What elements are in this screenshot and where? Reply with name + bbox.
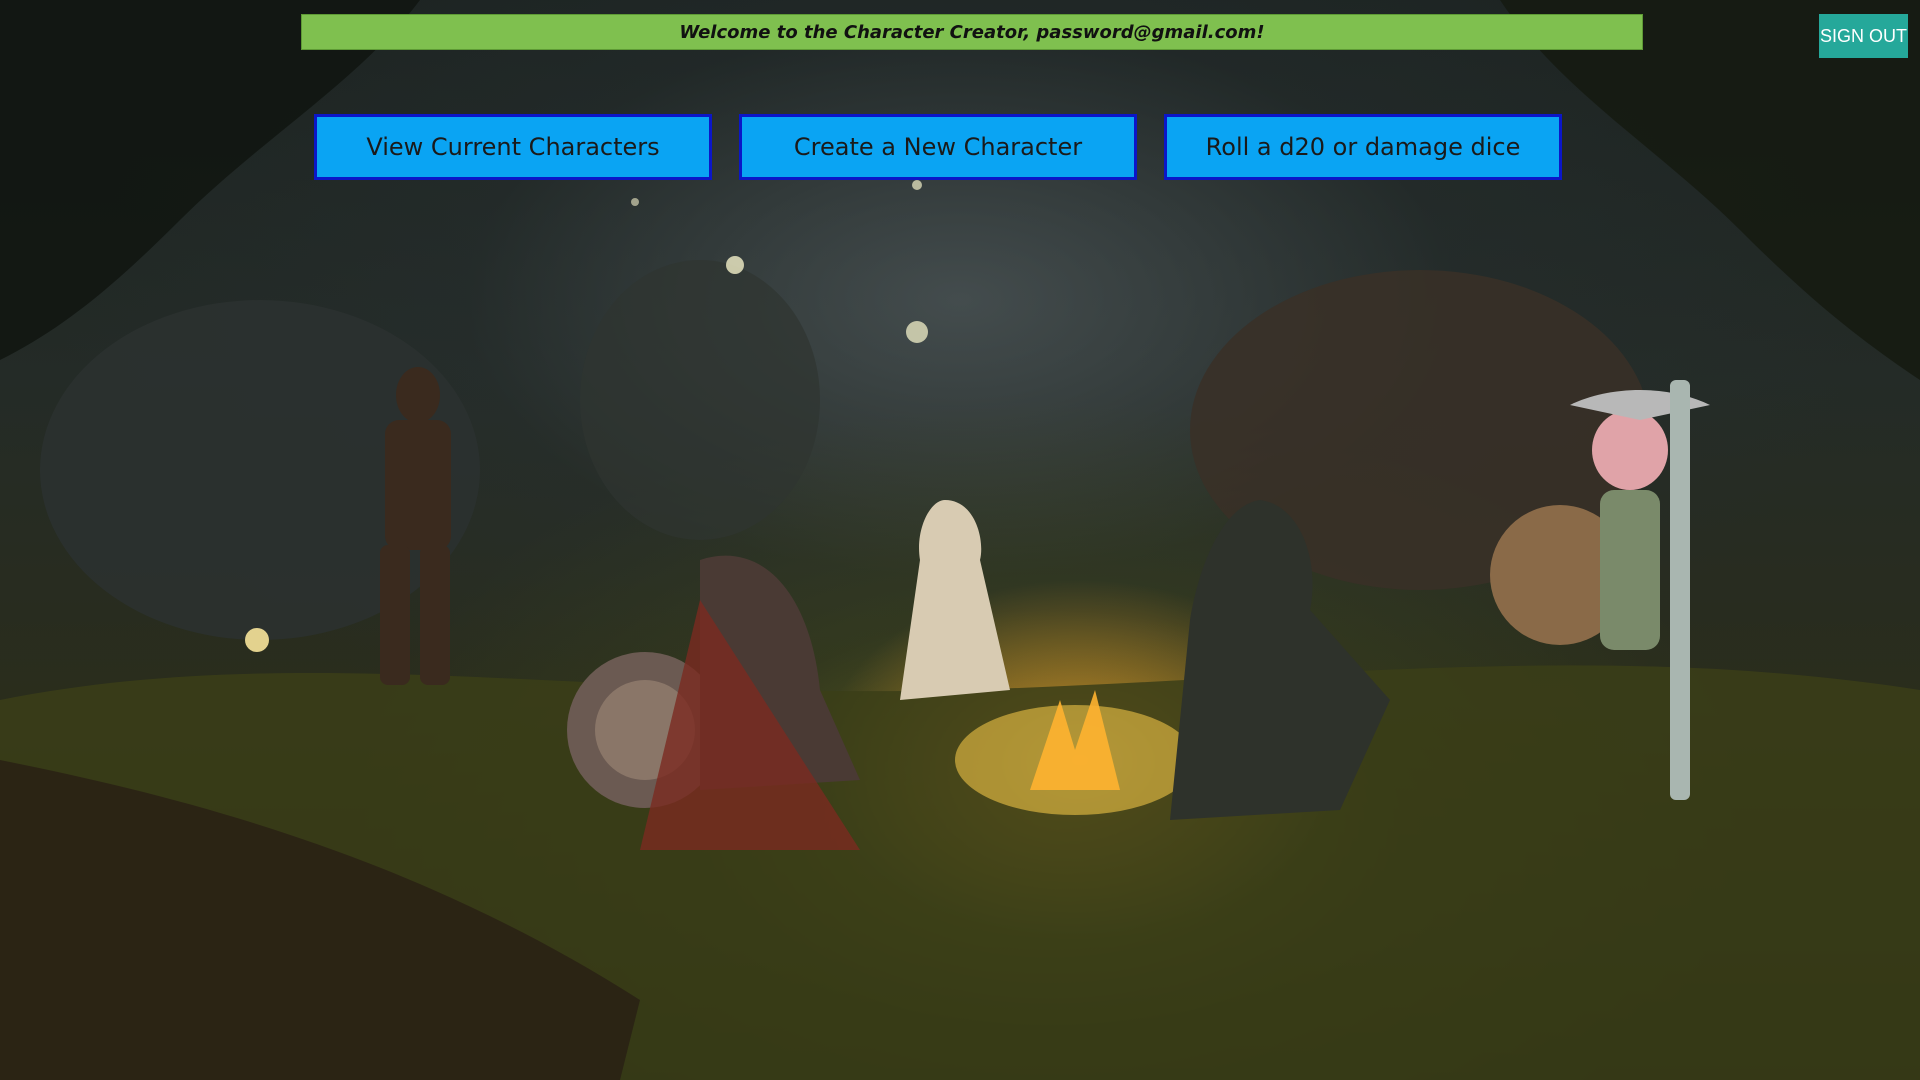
view-characters-button[interactable]: View Current Characters xyxy=(314,114,712,180)
light-mote xyxy=(245,628,269,652)
welcome-message: Welcome to the Character Creator, passwo… xyxy=(679,21,1265,43)
light-mote xyxy=(631,198,639,206)
sign-out-button[interactable]: SIGN OUT xyxy=(1819,14,1908,58)
light-mote xyxy=(912,180,922,190)
roll-dice-button[interactable]: Roll a d20 or damage dice xyxy=(1164,114,1562,180)
light-mote xyxy=(726,256,744,274)
cleric-figure xyxy=(900,500,1010,700)
create-character-button[interactable]: Create a New Character xyxy=(739,114,1137,180)
welcome-banner: Welcome to the Character Creator, passwo… xyxy=(301,14,1643,50)
light-mote xyxy=(906,321,928,343)
rock-center-back xyxy=(580,260,820,540)
